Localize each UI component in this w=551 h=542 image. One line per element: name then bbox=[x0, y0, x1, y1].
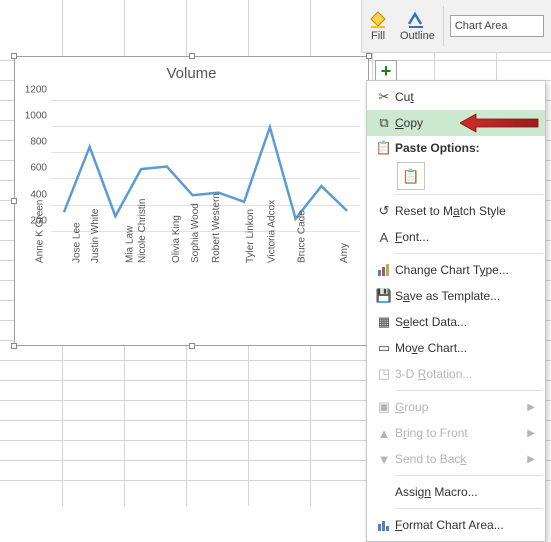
x-tick: Jose Lee bbox=[69, 222, 82, 263]
selection-handle[interactable] bbox=[11, 53, 17, 59]
x-tick: Robert Western bbox=[209, 193, 222, 263]
menu-label: Save as Template... bbox=[395, 289, 500, 303]
menu-save-template[interactable]: 💾 Save as Template... bbox=[367, 283, 545, 309]
chart-title[interactable]: Volume bbox=[15, 57, 368, 88]
rotation-icon: ◳ bbox=[373, 366, 395, 382]
submenu-arrow-icon: ▶ bbox=[527, 402, 535, 413]
menu-bring-front: ▲ Bring to Front ▶ bbox=[367, 420, 545, 446]
menu-font[interactable]: A Font... bbox=[367, 224, 545, 250]
format-icon bbox=[373, 518, 395, 532]
menu-3d-rotation: ◳ 3-D Rotation... bbox=[367, 361, 545, 387]
callout-arrow bbox=[460, 112, 540, 134]
bring-front-icon: ▲ bbox=[373, 426, 395, 441]
x-tick: Bruce Cade bbox=[295, 210, 308, 263]
menu-separator bbox=[395, 475, 543, 476]
menu-label: Reset to Match Style bbox=[395, 204, 506, 218]
menu-separator bbox=[395, 390, 543, 391]
menu-label: Group bbox=[395, 400, 428, 414]
menu-label: Font... bbox=[395, 230, 429, 244]
cut-icon: ✂ bbox=[373, 89, 395, 105]
menu-select-data[interactable]: ▦ Select Data... bbox=[367, 309, 545, 335]
paste-options-header: 📋 Paste Options: bbox=[367, 136, 545, 160]
save-template-icon: 💾 bbox=[373, 288, 395, 304]
submenu-arrow-icon: ▶ bbox=[527, 454, 535, 465]
fill-button[interactable]: Fill bbox=[362, 0, 394, 52]
chart-element-dropdown[interactable]: Chart Area bbox=[450, 15, 544, 37]
menu-send-back: ▼ Send to Back ▶ bbox=[367, 446, 545, 472]
outline-label: Outline bbox=[400, 30, 435, 42]
menu-format-chart-area[interactable]: Format Chart Area... bbox=[367, 512, 545, 538]
selection-handle[interactable] bbox=[11, 343, 17, 349]
context-menu: ✂ Cut ⧉ Copy 📋 Paste Options: 📋 ↺ Reset … bbox=[366, 80, 546, 542]
submenu-arrow-icon: ▶ bbox=[527, 428, 535, 439]
fill-icon bbox=[368, 10, 388, 28]
paste-icon: 📋 bbox=[373, 140, 395, 156]
toolbar-separator bbox=[443, 6, 444, 46]
menu-separator bbox=[395, 253, 543, 254]
dropdown-value: Chart Area bbox=[455, 20, 508, 32]
menu-move-chart[interactable]: ▭ Move Chart... bbox=[367, 335, 545, 361]
format-toolbar: Fill Outline Chart Area bbox=[361, 0, 551, 53]
menu-label: Cut bbox=[395, 90, 414, 104]
x-tick: Amy bbox=[337, 243, 350, 263]
menu-label: Paste Options: bbox=[395, 141, 480, 155]
selection-handle[interactable] bbox=[189, 343, 195, 349]
fill-label: Fill bbox=[371, 30, 385, 42]
selection-handle[interactable] bbox=[366, 53, 372, 59]
menu-assign-macro[interactable]: Assign Macro... bbox=[367, 479, 545, 505]
menu-label: Change Chart Type... bbox=[395, 263, 509, 277]
x-tick: Olivia King bbox=[169, 215, 182, 263]
menu-label: Bring to Front bbox=[395, 426, 468, 440]
reset-icon: ↺ bbox=[373, 203, 395, 219]
y-tick: 600 bbox=[30, 163, 47, 174]
y-tick: 1000 bbox=[25, 111, 47, 122]
y-tick: 1200 bbox=[25, 85, 47, 96]
outline-icon bbox=[407, 10, 427, 28]
menu-label: Assign Macro... bbox=[395, 485, 478, 499]
send-back-icon: ▼ bbox=[373, 452, 395, 467]
menu-label: 3-D Rotation... bbox=[395, 367, 472, 381]
font-icon: A bbox=[373, 230, 395, 245]
menu-label: Copy bbox=[395, 116, 423, 130]
menu-label: Move Chart... bbox=[395, 341, 467, 355]
copy-icon: ⧉ bbox=[373, 115, 395, 131]
x-tick: Justin White bbox=[88, 209, 101, 263]
x-tick: Sophia Wood bbox=[188, 203, 201, 263]
group-icon: ▣ bbox=[373, 399, 395, 415]
y-tick: 800 bbox=[30, 137, 47, 148]
x-tick: Victoria Adcox bbox=[264, 200, 277, 263]
x-tick: Nicole Christin bbox=[135, 199, 148, 263]
menu-reset-style[interactable]: ↺ Reset to Match Style bbox=[367, 198, 545, 224]
menu-label: Format Chart Area... bbox=[395, 518, 504, 532]
chart-type-icon bbox=[373, 263, 395, 277]
move-chart-icon: ▭ bbox=[373, 340, 395, 356]
x-axis: Anne K GreenJose LeeJustin WhiteMia LawN… bbox=[51, 263, 360, 343]
outline-button[interactable]: Outline bbox=[394, 0, 441, 52]
menu-separator bbox=[395, 508, 543, 509]
select-data-icon: ▦ bbox=[373, 314, 395, 330]
menu-group: ▣ Group ▶ bbox=[367, 394, 545, 420]
menu-label: Select Data... bbox=[395, 315, 467, 329]
y-tick: 400 bbox=[30, 189, 47, 200]
menu-change-chart-type[interactable]: Change Chart Type... bbox=[367, 257, 545, 283]
x-tick: Anne K Green bbox=[32, 200, 45, 263]
x-tick: Tyler Linkon bbox=[243, 209, 256, 263]
x-tick: Mia Law bbox=[123, 226, 136, 263]
menu-cut[interactable]: ✂ Cut bbox=[367, 84, 545, 110]
paste-option-default[interactable]: 📋 bbox=[397, 162, 425, 190]
chart-object[interactable]: Volume 200 400 600 800 1000 1200 Anne K … bbox=[14, 56, 369, 346]
add-chart-element-button[interactable]: + bbox=[375, 60, 397, 82]
menu-separator bbox=[395, 194, 543, 195]
menu-label: Send to Back bbox=[395, 452, 466, 466]
selection-handle[interactable] bbox=[189, 53, 195, 59]
